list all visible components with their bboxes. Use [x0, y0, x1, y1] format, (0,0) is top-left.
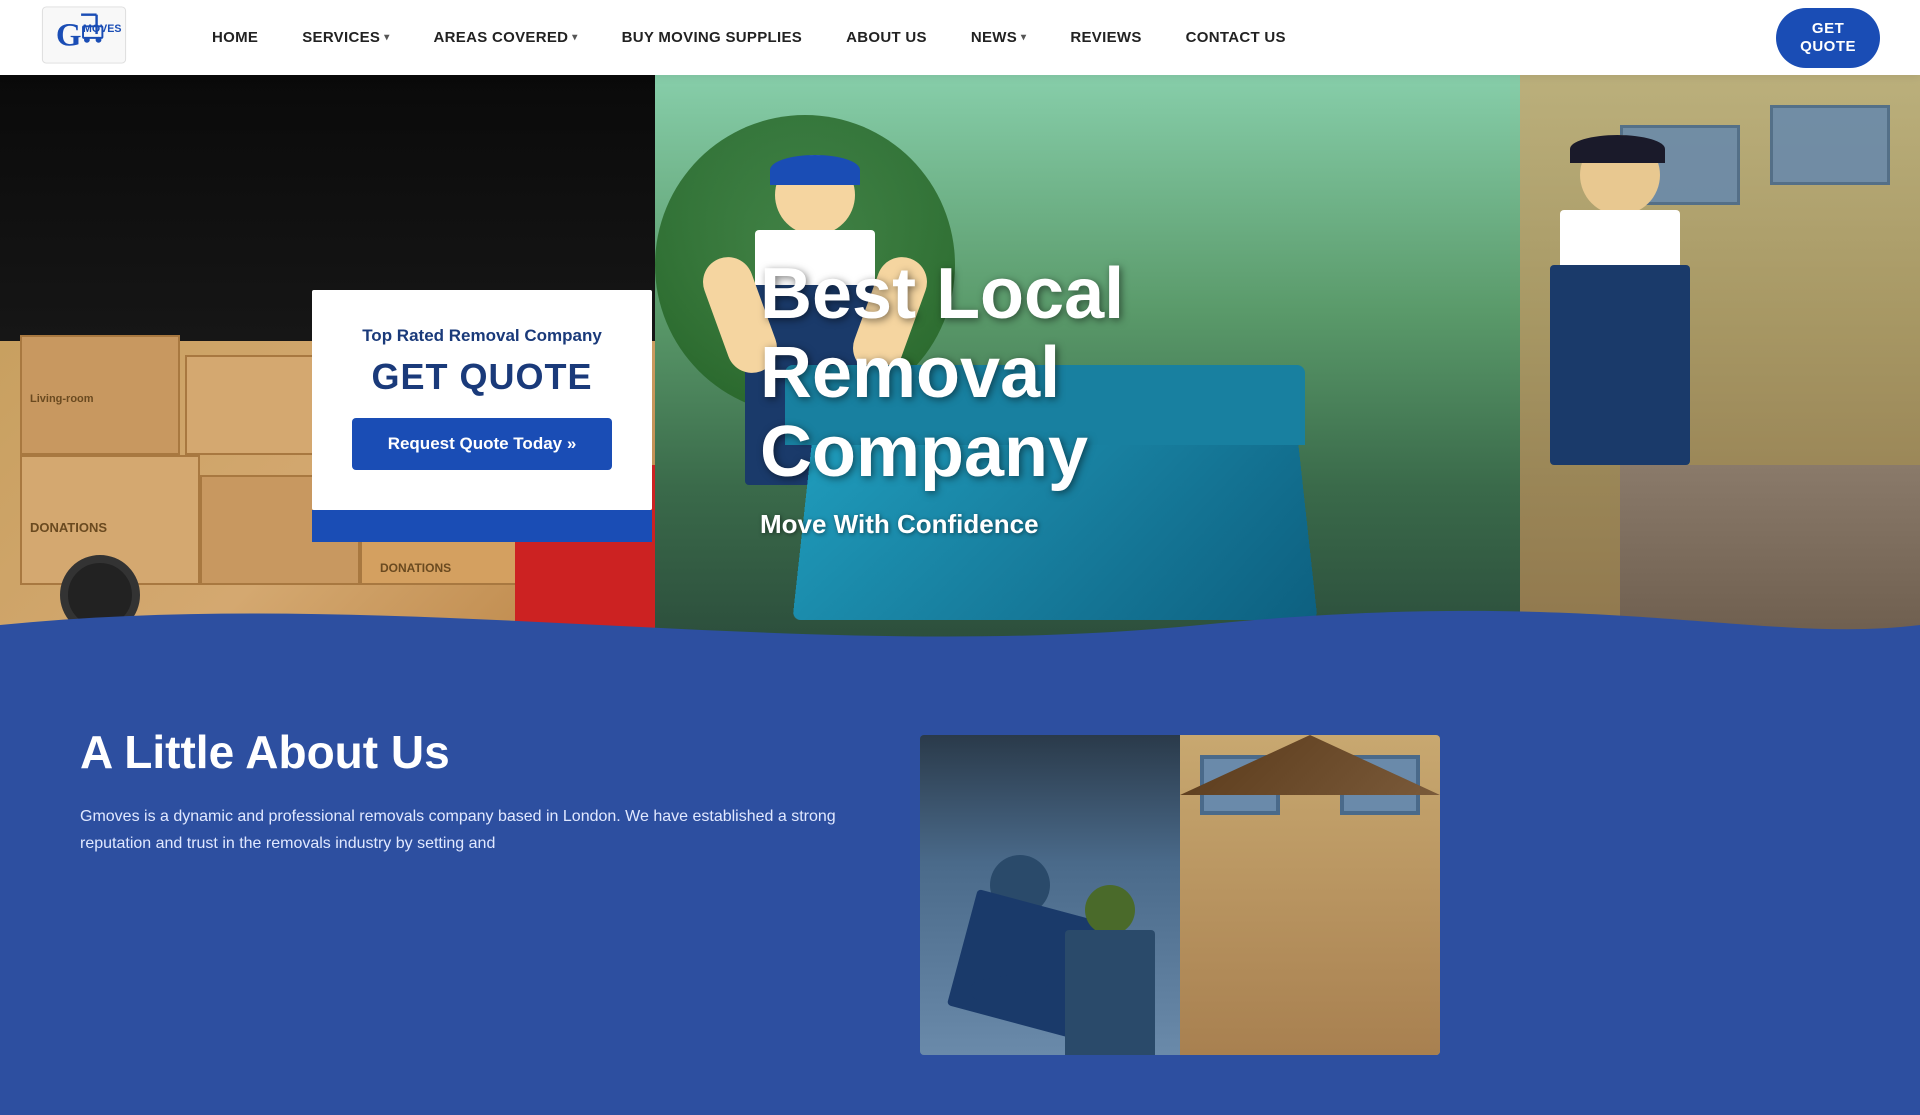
- hero-wave: [0, 585, 1920, 665]
- chevron-down-icon: ▾: [384, 32, 389, 43]
- about-image: [920, 735, 1440, 1055]
- card-title: GET QUOTE: [352, 356, 612, 398]
- about-text-block: A Little About Us Gmoves is a dynamic an…: [80, 725, 840, 857]
- navbar: G MOVES HOME SERVICES ▾ AREAS COVERED ▾ …: [0, 0, 1920, 75]
- nav-links: HOME SERVICES ▾ AREAS COVERED ▾ BUY MOVI…: [190, 29, 1776, 46]
- nav-reviews[interactable]: REVIEWS: [1048, 29, 1163, 46]
- card-subtitle: Top Rated Removal Company: [352, 326, 612, 346]
- chevron-down-icon: ▾: [1021, 32, 1026, 43]
- nav-news[interactable]: NEWS ▾: [949, 29, 1049, 46]
- hero-main-text: Best LocalRemovalCompany: [760, 255, 1124, 493]
- about-section: A Little About Us Gmoves is a dynamic an…: [0, 665, 1920, 1115]
- hero-section: DONATIONS Living-room DONATIONS Dining-r…: [0, 75, 1920, 665]
- nav-buy-moving-supplies[interactable]: BUY MOVING SUPPLIES: [600, 29, 824, 46]
- get-quote-button[interactable]: GET QUOTE: [1776, 8, 1880, 68]
- nav-home[interactable]: HOME: [190, 29, 280, 46]
- nav-areas-covered[interactable]: AREAS COVERED ▾: [412, 29, 600, 46]
- about-heading: A Little About Us: [80, 725, 840, 779]
- hero-sub-text: Move With Confidence: [760, 509, 1124, 540]
- request-quote-button[interactable]: Request Quote Today »: [352, 418, 612, 470]
- nav-services[interactable]: SERVICES ▾: [280, 29, 411, 46]
- chevron-down-icon: ▾: [572, 32, 577, 43]
- nav-about-us[interactable]: ABOUT US: [824, 29, 949, 46]
- hero-quote-card: Top Rated Removal Company GET QUOTE Requ…: [312, 290, 652, 510]
- card-blue-bar: [312, 510, 652, 542]
- svg-text:G: G: [56, 18, 82, 54]
- about-paragraph: Gmoves is a dynamic and professional rem…: [80, 803, 840, 857]
- hero-headline: Best LocalRemovalCompany Move With Confi…: [760, 255, 1124, 540]
- nav-contact-us[interactable]: CONTACT US: [1164, 29, 1308, 46]
- logo[interactable]: G MOVES: [40, 5, 130, 70]
